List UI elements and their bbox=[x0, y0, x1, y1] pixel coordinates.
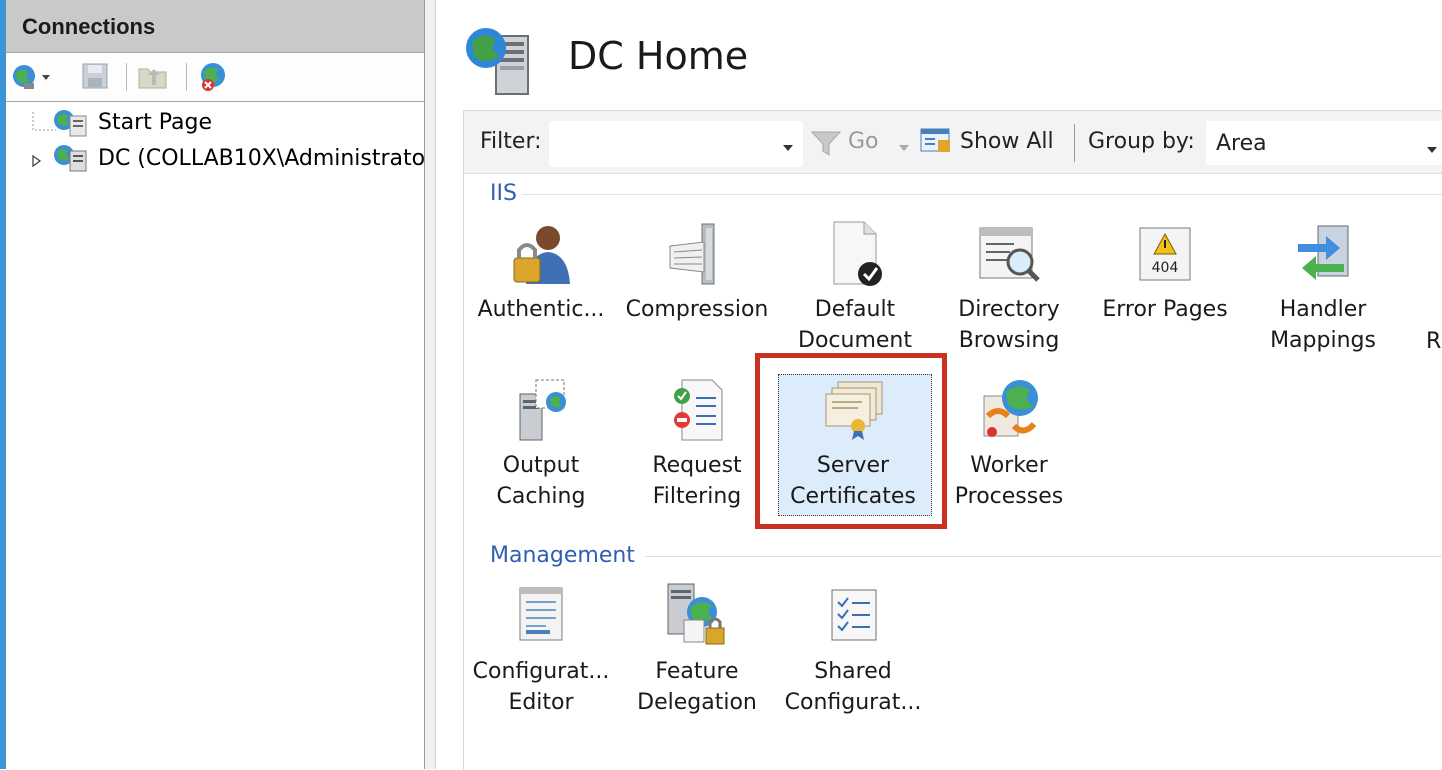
show-all-button[interactable]: Show All bbox=[960, 129, 1054, 154]
feature-directory-browsing[interactable]: Directory Browsing bbox=[934, 220, 1084, 356]
server-home-icon bbox=[462, 26, 534, 102]
save-icon[interactable] bbox=[80, 61, 110, 91]
feature-label: Error Pages bbox=[1102, 297, 1228, 322]
group-by-label: Group by: bbox=[1088, 129, 1195, 154]
filter-label: Filter: bbox=[480, 129, 542, 154]
feature-label-2: Caching bbox=[496, 484, 586, 509]
feature-label-2: Mappings bbox=[1270, 328, 1376, 353]
expand-arrow-icon[interactable] bbox=[30, 153, 44, 173]
filter-divider bbox=[1074, 124, 1075, 162]
group-by-dropdown-icon[interactable] bbox=[1426, 140, 1438, 159]
go-funnel-icon[interactable] bbox=[810, 128, 842, 162]
feature-handler-mappings[interactable]: Handler Mappings bbox=[1248, 220, 1398, 356]
feature-label-2: Browsing bbox=[958, 328, 1060, 353]
worker-processes-icon bbox=[983, 380, 1038, 437]
feature-label: Default bbox=[814, 297, 896, 322]
feature-shared-configuration[interactable]: Shared Configurat... bbox=[778, 582, 928, 718]
toolbar-divider bbox=[186, 63, 187, 91]
feature-server-certificates[interactable]: Server Certificates bbox=[778, 376, 928, 512]
connections-toolbar bbox=[6, 53, 424, 102]
default-document-icon bbox=[833, 221, 882, 286]
feature-label-2: Configurat... bbox=[784, 690, 922, 715]
error-code-text: 404 bbox=[1152, 260, 1179, 276]
feature-label-2: Certificates bbox=[790, 484, 916, 509]
start-page-icon bbox=[50, 108, 90, 142]
connections-title: Connections bbox=[22, 14, 156, 39]
request-filtering-icon bbox=[674, 379, 723, 441]
feature-label-2: Delegation bbox=[637, 690, 757, 715]
feature-delegation[interactable]: Feature Delegation bbox=[622, 582, 772, 718]
feature-label-2: Editor bbox=[508, 690, 574, 715]
go-dropdown-icon[interactable] bbox=[898, 138, 910, 157]
feature-label: Directory bbox=[958, 297, 1060, 322]
feature-delegation-icon bbox=[667, 583, 725, 645]
feature-error-pages[interactable]: 404 Error Pages bbox=[1090, 220, 1240, 325]
output-caching-icon bbox=[519, 379, 566, 441]
feature-partial-label[interactable]: R bbox=[1426, 326, 1441, 357]
directory-browsing-icon bbox=[979, 227, 1040, 282]
error-pages-icon: 404 bbox=[1139, 227, 1191, 281]
section-label-iis: IIS bbox=[490, 181, 517, 206]
panel-splitter[interactable] bbox=[425, 0, 436, 769]
feature-label: Server bbox=[816, 453, 890, 478]
server-icon bbox=[50, 143, 90, 177]
compression-icon bbox=[669, 223, 715, 285]
feature-label: Compression bbox=[625, 297, 769, 322]
disconnect-icon[interactable] bbox=[196, 61, 226, 91]
feature-label: Handler bbox=[1279, 297, 1367, 322]
handler-mappings-icon bbox=[1298, 225, 1349, 280]
section-label-management: Management bbox=[490, 543, 635, 568]
section-divider bbox=[645, 556, 1442, 557]
filter-dropdown-icon[interactable] bbox=[782, 138, 794, 157]
feature-label: Feature bbox=[655, 659, 739, 684]
feature-label-2: Filtering bbox=[652, 484, 742, 509]
feature-worker-processes[interactable]: Worker Processes bbox=[934, 376, 1084, 512]
feature-default-document[interactable]: Default Document bbox=[780, 220, 930, 356]
feature-authentication[interactable]: Authentic... bbox=[466, 220, 616, 325]
feature-output-caching[interactable]: Output Caching bbox=[466, 376, 616, 512]
show-all-icon[interactable] bbox=[918, 124, 956, 162]
feature-configuration-editor[interactable]: Configurat... Editor bbox=[466, 582, 616, 718]
feature-label: Worker bbox=[970, 453, 1048, 478]
up-level-icon[interactable] bbox=[136, 61, 167, 91]
shared-configuration-icon bbox=[831, 589, 877, 641]
tree-item-start-page[interactable]: Start Page bbox=[98, 110, 212, 135]
feature-label: Request bbox=[652, 453, 742, 478]
page-title: DC Home bbox=[568, 34, 749, 78]
feature-label: Authentic... bbox=[477, 297, 605, 322]
go-button[interactable]: Go bbox=[848, 129, 879, 154]
tree-item-server[interactable]: DC (COLLAB10X\Administrator) bbox=[98, 146, 424, 171]
user-lock-icon bbox=[513, 226, 570, 284]
connect-globe-icon[interactable] bbox=[10, 61, 50, 91]
group-by-value: Area bbox=[1216, 131, 1267, 156]
section-divider bbox=[522, 194, 1442, 195]
filter-input[interactable] bbox=[549, 121, 803, 167]
feature-label-2: Document bbox=[798, 328, 912, 353]
feature-label-2: Processes bbox=[954, 484, 1064, 509]
configuration-editor-icon bbox=[519, 587, 563, 641]
certificates-icon bbox=[825, 381, 883, 440]
feature-compression[interactable]: Compression bbox=[622, 220, 772, 325]
panel-edge bbox=[0, 0, 6, 769]
feature-label: Shared bbox=[814, 659, 892, 684]
feature-label: Configurat... bbox=[472, 659, 610, 684]
feature-request-filtering[interactable]: Request Filtering bbox=[622, 376, 772, 512]
toolbar-divider bbox=[126, 63, 127, 91]
feature-label: Output bbox=[502, 453, 580, 478]
